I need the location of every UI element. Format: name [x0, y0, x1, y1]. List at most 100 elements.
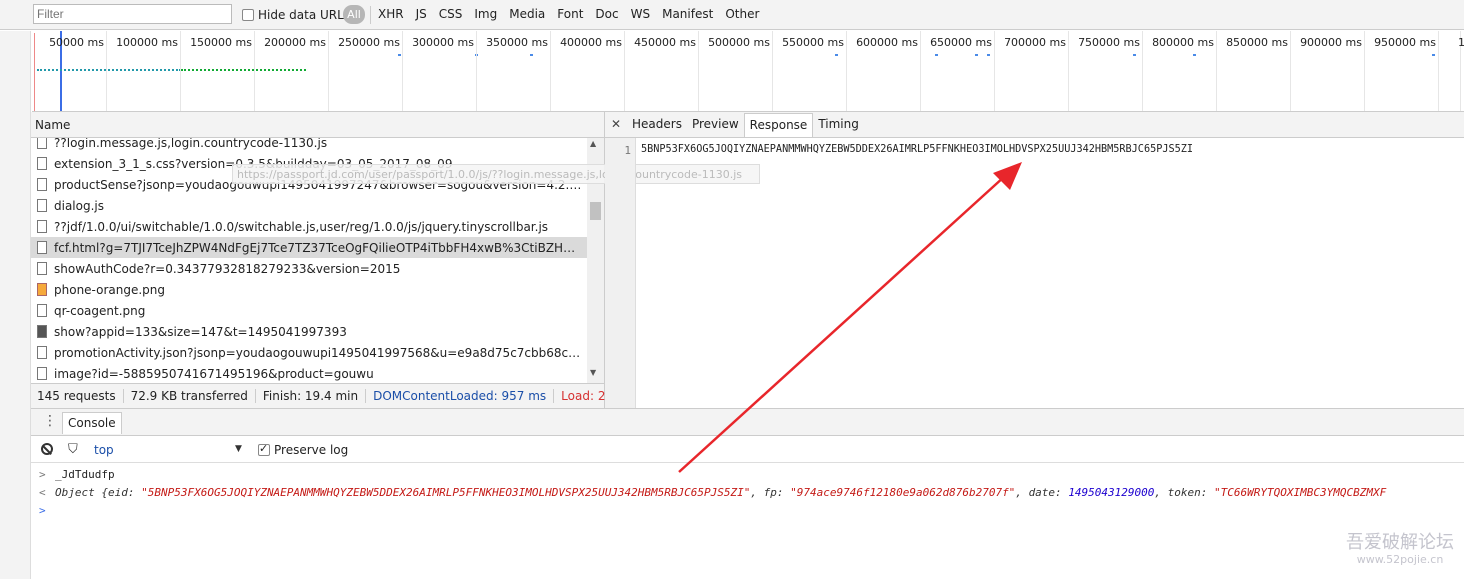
filter-input[interactable]	[33, 4, 232, 24]
timeline-tick-label: 50000 ms	[49, 36, 104, 49]
timeline-tick-label: 500000 ms	[708, 36, 770, 49]
hide-data-urls-toggle[interactable]: Hide data URLs	[242, 8, 350, 22]
date-value: 1495043129000	[1068, 486, 1155, 499]
request-row[interactable]: ??jdf/1.0.0/ui/switchable/1.0.0/switchab…	[31, 216, 587, 237]
fp-key: fp:	[763, 486, 784, 499]
request-row[interactable]: image?id=-5885950741671495196&product=go…	[31, 363, 587, 383]
console-result-line[interactable]: < Object {eid: "5BNP53FX6OG5JOQIYZNAEPANM…	[39, 486, 1386, 499]
clear-console-icon[interactable]	[41, 443, 53, 455]
file-icon	[37, 346, 47, 359]
filter-all-button[interactable]: All	[343, 5, 365, 24]
file-icon	[37, 304, 47, 317]
request-row[interactable]: dialog.js	[31, 195, 587, 216]
request-row[interactable]: qr-coagent.png	[31, 300, 587, 321]
response-gutter	[605, 138, 636, 408]
request-row[interactable]: phone-orange.png	[31, 279, 587, 300]
response-body[interactable]: 5BNP53FX6OG5JOQIYZNAEPANMMWHQYZEBW5DDEX2…	[641, 144, 1193, 155]
filter-xhr[interactable]: XHR	[378, 7, 404, 21]
console-toolbar	[31, 436, 1464, 463]
timeline-request-mark	[1133, 54, 1136, 56]
timeline-tick-label: 800000 ms	[1152, 36, 1214, 49]
timeline-tick-label: 750000 ms	[1078, 36, 1140, 49]
filter-css[interactable]: CSS	[439, 7, 463, 21]
more-menu-icon[interactable]: ⋮	[43, 413, 57, 429]
file-icon	[37, 241, 47, 254]
request-name: image?id=-5885950741671495196&product=go…	[54, 366, 374, 381]
close-icon[interactable]: ✕	[605, 113, 627, 137]
timeline-tick-label: 850000 ms	[1226, 36, 1288, 49]
watermark-url: www.52pojie.cn	[1356, 553, 1444, 566]
timeline-request-mark	[935, 54, 938, 56]
scroll-down-icon[interactable]: ▼	[590, 368, 596, 377]
tab-timing[interactable]: Timing	[813, 113, 864, 137]
request-row[interactable]: ??login.message.js,login.countrycode-113…	[31, 138, 587, 153]
tab-headers[interactable]: Headers	[627, 113, 687, 137]
context-selector[interactable]: top	[94, 443, 114, 457]
preserve-log-toggle[interactable]: Preserve log	[258, 442, 348, 457]
file-icon	[37, 220, 47, 233]
filter-img[interactable]: Img	[474, 7, 497, 21]
eid-value: "5BNP53FX6OG5JOQIYZNAEPANMMWHQYZEBW5DDEX…	[141, 486, 751, 499]
timeline-tick-label: 200000 ms	[264, 36, 326, 49]
request-name: show?appid=133&size=147&t=1495041997393	[54, 324, 347, 339]
filter-media[interactable]: Media	[509, 7, 545, 21]
request-name: promotionActivity.json?jsonp=youdaogouwu…	[54, 345, 587, 360]
scroll-up-icon[interactable]: ▲	[590, 139, 596, 148]
request-name: ??login.message.js,login.countrycode-113…	[54, 138, 328, 150]
filter-funnel-icon[interactable]: ⛉	[68, 442, 78, 457]
hide-data-urls-label: Hide data URLs	[258, 8, 351, 22]
request-row[interactable]: fcf.html?g=7TJI7TceJhZPW4NdFgEj7Tce7TZ37…	[31, 237, 587, 258]
token-value: "TC66WRYTQOXIMBC3YMQCBZMXF	[1214, 486, 1387, 499]
name-column-header[interactable]: Name	[31, 112, 605, 138]
file-icon	[37, 262, 47, 275]
timeline-request-mark	[530, 54, 533, 56]
preserve-log-checkbox[interactable]	[258, 442, 270, 456]
fp-value: "974ace9746f12180e9a062d876b2707f"	[790, 486, 1016, 499]
request-row[interactable]: show?appid=133&size=147&t=1495041997393	[31, 321, 587, 342]
timeline-tick-label: 600000 ms	[856, 36, 918, 49]
request-name: qr-coagent.png	[54, 303, 146, 318]
tab-response[interactable]: Response	[743, 113, 814, 137]
tab-preview[interactable]: Preview	[687, 113, 744, 137]
request-count: 145 requests	[37, 389, 124, 403]
file-icon	[37, 138, 47, 149]
timeline-tick-label: 400000 ms	[560, 36, 622, 49]
filter-manifest[interactable]: Manifest	[662, 7, 713, 21]
chevron-down-icon[interactable]: ▼	[235, 444, 242, 454]
finish-time: Finish: 19.4 min	[256, 389, 367, 403]
console-tabbar	[31, 408, 1464, 436]
timeline-request-mark	[398, 54, 401, 56]
detail-tabbar: ✕ Headers Preview Response Timing	[605, 112, 1464, 138]
timeline-tick-label: 950000 ms	[1374, 36, 1436, 49]
left-gutter	[0, 31, 31, 579]
token-key: token:	[1167, 486, 1208, 499]
console-prompt-icon[interactable]: >	[39, 504, 46, 517]
file-icon	[37, 199, 47, 212]
scroll-thumb[interactable]	[590, 202, 601, 220]
request-name: dialog.js	[54, 198, 104, 213]
filter-ws[interactable]: WS	[631, 7, 650, 21]
filter-font[interactable]: Font	[557, 7, 583, 21]
timeline-tick-label: 550000 ms	[782, 36, 844, 49]
filter-js[interactable]: JS	[416, 7, 427, 21]
request-name: phone-orange.png	[54, 282, 165, 297]
file-icon	[37, 157, 47, 170]
timeline-tick-label: 150000 ms	[190, 36, 252, 49]
timeline-tick-label: 100000 ms	[116, 36, 178, 49]
url-tooltip: https://passport.jd.com/user/passport/1.…	[232, 164, 760, 184]
request-name: fcf.html?g=7TJI7TceJhZPW4NdFgEj7Tce7TZ37…	[54, 240, 587, 255]
request-name: showAuthCode?r=0.34377932818279233&versi…	[54, 261, 401, 276]
timeline-tick-label: 350000 ms	[486, 36, 548, 49]
hide-data-urls-checkbox[interactable]	[242, 9, 254, 21]
filter-doc[interactable]: Doc	[595, 7, 618, 21]
timeline-tick-label: 900000 ms	[1300, 36, 1362, 49]
dark-image-icon	[37, 325, 47, 338]
request-row[interactable]: showAuthCode?r=0.34377932818279233&versi…	[31, 258, 587, 279]
timeline-tick-label: 700000 ms	[1004, 36, 1066, 49]
timeline-tick-label: 1	[1458, 36, 1464, 49]
transferred-size: 72.9 KB transferred	[124, 389, 256, 403]
filter-other[interactable]: Other	[725, 7, 759, 21]
request-row[interactable]: promotionActivity.json?jsonp=youdaogouwu…	[31, 342, 587, 363]
timeline-waterfall-blue	[37, 69, 181, 71]
tab-console[interactable]: Console	[62, 412, 122, 434]
